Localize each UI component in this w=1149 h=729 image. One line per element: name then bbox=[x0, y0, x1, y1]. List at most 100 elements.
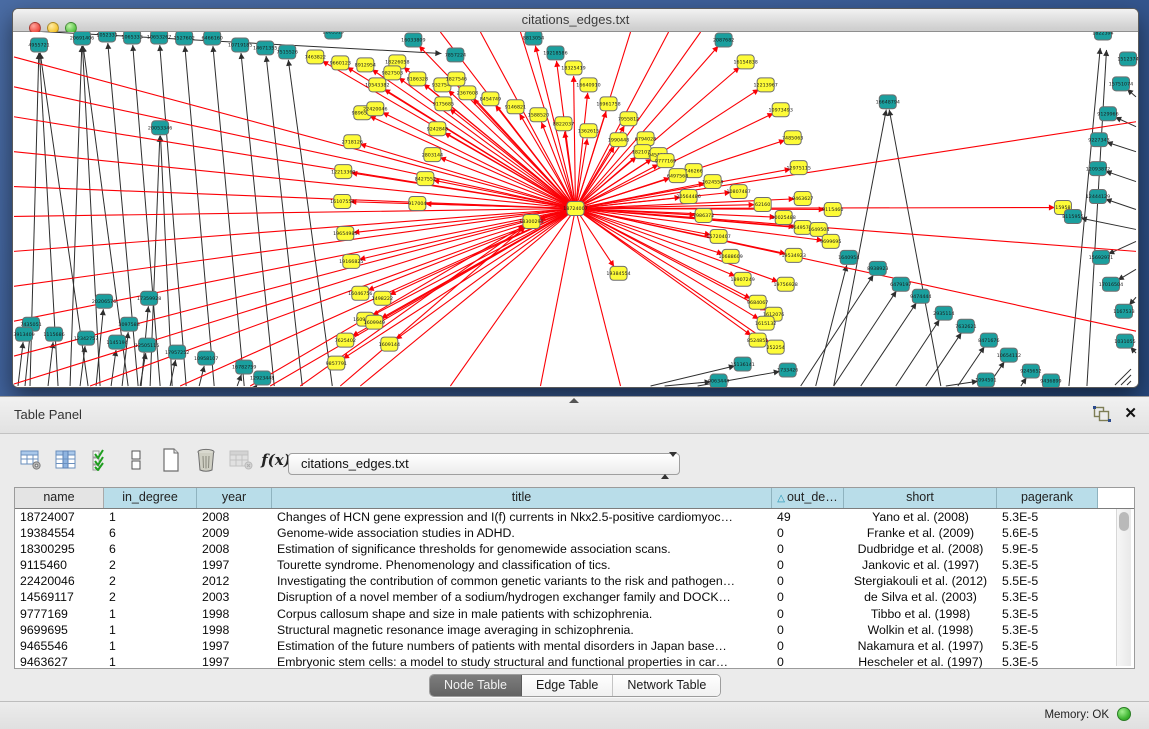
table-cell: 0 bbox=[772, 589, 844, 605]
graph-node-label: 1615132 bbox=[755, 321, 776, 327]
table-cell: 5.5E-5 bbox=[997, 573, 1098, 589]
window-titlebar[interactable]: citations_edges.txt bbox=[13, 9, 1138, 32]
table-row[interactable]: 1830029562008Estimation of significance … bbox=[15, 541, 1134, 557]
tab-edge-table[interactable]: Edge Table bbox=[522, 675, 613, 696]
table-cell: 2008 bbox=[197, 541, 272, 557]
table-scrollbar-thumb[interactable] bbox=[1119, 512, 1129, 531]
graph-node-label: 1115686 bbox=[43, 332, 64, 338]
table-cell: 1997 bbox=[197, 638, 272, 654]
table-cell: Estimation of the future numbers of pati… bbox=[272, 638, 772, 654]
table-row[interactable]: 1456911722003Disruption of a novel membe… bbox=[15, 589, 1134, 605]
table-cell: 0 bbox=[772, 525, 844, 541]
table-settings-icon[interactable] bbox=[18, 447, 44, 473]
delete-table-icon[interactable] bbox=[193, 447, 219, 473]
network-canvas[interactable]: 1872400774638229660123891295418226058982… bbox=[13, 32, 1138, 387]
table-panel-header: Table Panel ✕ bbox=[0, 397, 1149, 434]
graph-node-label: 1512374 bbox=[1117, 57, 1138, 63]
graph-node-label: 9146821 bbox=[505, 104, 526, 110]
graph-node-label: 18226058 bbox=[385, 60, 409, 66]
graph-node-label: 1588520 bbox=[528, 112, 549, 118]
table-chooser-dropdown[interactable]: citations_edges.txt bbox=[288, 453, 680, 475]
graph-node-label: 14671355 bbox=[253, 46, 277, 52]
graph-node-label: 1827546 bbox=[446, 77, 467, 83]
graph-node-label: 19756928 bbox=[773, 282, 797, 288]
table-cell: 18724007 bbox=[15, 509, 104, 525]
graph-node-label: 15751074 bbox=[1109, 82, 1133, 88]
rows-icon[interactable] bbox=[123, 447, 149, 473]
table-scrollbar[interactable] bbox=[1116, 509, 1131, 666]
column-header-pagerank[interactable]: pagerank bbox=[997, 488, 1098, 508]
table-row[interactable]: 1872400712008Changes of HCN gene express… bbox=[15, 509, 1134, 525]
graph-node-label: 16648794 bbox=[876, 100, 900, 106]
graph-node-label: 8427552 bbox=[415, 176, 436, 182]
graph-node-label: 20564486 bbox=[676, 194, 700, 200]
graph-node-label: 1065333 bbox=[121, 35, 142, 41]
graph-node-label: 6497568 bbox=[667, 173, 688, 179]
graph-node-label: 1167533 bbox=[1113, 309, 1134, 315]
column-header-year[interactable]: year bbox=[197, 488, 272, 508]
graph-node-label: 19166825 bbox=[339, 259, 363, 265]
graph-node-label: 9242848 bbox=[427, 126, 448, 132]
graph-node-label: 8115955 bbox=[1062, 214, 1083, 220]
table-cell: 6 bbox=[104, 541, 197, 557]
graph-node-label: 10688609 bbox=[718, 254, 742, 260]
status-bar: Memory: OK bbox=[0, 701, 1149, 729]
table-row[interactable]: 1938455462009Genome-wide association stu… bbox=[15, 525, 1134, 541]
table-cell: 9463627 bbox=[15, 654, 104, 669]
table-row[interactable]: 977716911998Corpus callosum shape and si… bbox=[15, 606, 1134, 622]
column-header-out-degree[interactable]: △out_de… bbox=[772, 488, 844, 508]
select-all-icon[interactable] bbox=[88, 447, 114, 473]
graph-node-label: 10973493 bbox=[768, 107, 792, 113]
network-window[interactable]: citations_edges.txt 18724007746382296601… bbox=[12, 8, 1139, 388]
table-cell: 0 bbox=[772, 638, 844, 654]
table-cell: 9699695 bbox=[15, 622, 104, 638]
table-cell: Stergiakouli et al. (2012) bbox=[844, 573, 997, 589]
tab-node-table[interactable]: Node Table bbox=[430, 675, 522, 696]
table-cell: 6 bbox=[104, 525, 197, 541]
new-table-icon[interactable] bbox=[158, 447, 184, 473]
table-row[interactable]: 911546021997Tourette syndrome. Phenomeno… bbox=[15, 557, 1134, 573]
table-cell: 14569117 bbox=[15, 589, 104, 605]
panel-divider-grip[interactable] bbox=[569, 398, 579, 403]
graph-node-label: 6794028 bbox=[635, 136, 656, 142]
table-row[interactable]: 946362711997Embryonic stem cells: a mode… bbox=[15, 654, 1134, 669]
table-cell: Estimation of significance thresholds fo… bbox=[272, 541, 772, 557]
tab-network-table[interactable]: Network Table bbox=[613, 675, 720, 696]
column-header-name[interactable]: name bbox=[15, 488, 104, 508]
function-builder-icon[interactable]: f(x) bbox=[263, 447, 289, 473]
graph-node-label: 2718126 bbox=[342, 139, 363, 145]
column-settings-icon[interactable] bbox=[53, 447, 79, 473]
table-cell: 2003 bbox=[197, 589, 272, 605]
table-cell: Genome-wide association studies in ADHD. bbox=[272, 525, 772, 541]
graph-node-label: 10654112 bbox=[997, 353, 1021, 359]
graph-node-label: 1624554 bbox=[702, 179, 723, 185]
column-header-in-degree[interactable]: in_degree bbox=[104, 488, 197, 508]
table-cell: 5.3E-5 bbox=[997, 606, 1098, 622]
table-row[interactable]: 946554611997Estimation of the future num… bbox=[15, 638, 1134, 654]
graph-node-label: 7632621 bbox=[955, 324, 976, 330]
table-cell: 1 bbox=[104, 622, 197, 638]
column-header-short[interactable]: short bbox=[844, 488, 997, 508]
graph-node-label: 10719185 bbox=[228, 43, 252, 49]
column-header-title[interactable]: title bbox=[272, 488, 772, 508]
table-cell: 2 bbox=[104, 589, 197, 605]
import-table-icon[interactable] bbox=[228, 447, 254, 473]
table-cell: Hescheler et al. (1997) bbox=[844, 654, 997, 669]
graph-node-label: 10807487 bbox=[726, 189, 750, 195]
table-cell: 9777169 bbox=[15, 606, 104, 622]
graph-node-label: 12093872 bbox=[1086, 166, 1110, 172]
graph-node-label: 10025488 bbox=[771, 215, 795, 221]
table-row[interactable]: 2242004622012Investigating the contribut… bbox=[15, 573, 1134, 589]
graph-node-label: 9660123 bbox=[330, 61, 351, 67]
graph-node-label: 1052331 bbox=[96, 33, 117, 39]
table-cell: Wolkin et al. (1998) bbox=[844, 622, 997, 638]
graph-node-label: 9827503 bbox=[382, 71, 403, 77]
float-panel-icon[interactable] bbox=[1093, 406, 1111, 422]
table-cell: 2009 bbox=[197, 525, 272, 541]
graph-node-label: 1990448 bbox=[608, 137, 629, 143]
table-row[interactable]: 969969511998Structural magnetic resonanc… bbox=[15, 622, 1134, 638]
close-panel-icon[interactable]: ✕ bbox=[1124, 405, 1137, 423]
graph-node-label: 12342757 bbox=[74, 336, 98, 342]
graph-node-label: 62160 bbox=[755, 202, 770, 208]
graph-node-label: 19534923 bbox=[781, 253, 805, 259]
